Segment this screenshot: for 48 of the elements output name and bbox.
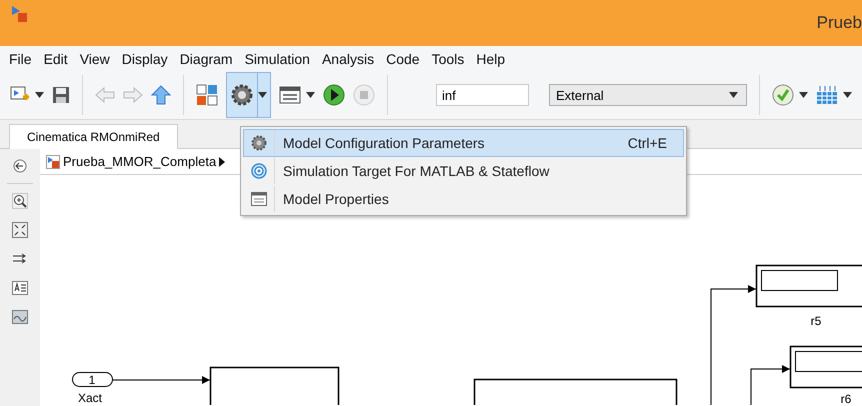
gear-icon [251,135,267,151]
menu-item[interactable]: View [80,50,110,66]
settings-icon[interactable] [231,84,253,106]
caret-icon[interactable] [799,92,808,98]
menu-item[interactable]: Simulation Target For MATLAB & Stateflow [243,157,684,185]
menu-item[interactable]: Display [122,50,168,66]
menu-item[interactable]: Simulation [244,50,310,66]
app-logo-icon [10,5,28,23]
menu-item[interactable]: Tools [432,50,464,66]
save-icon[interactable] [52,86,70,104]
model-explorer-icon[interactable] [279,86,301,104]
fit-to-view-icon[interactable] [12,222,28,238]
caret-icon [729,92,738,98]
zoom-icon[interactable] [12,193,28,209]
menu-item[interactable]: Code [386,50,420,66]
stop-time-field[interactable]: inf [436,84,529,106]
block-label: r6 [840,392,852,405]
window-title: Prueb [816,13,862,33]
block-label: r5 [810,314,822,328]
menu-item[interactable]: Model Configuration Parameters Ctrl+E [243,129,684,157]
model-icon [46,154,60,168]
library-icon[interactable] [196,84,218,106]
settings-button[interactable] [226,72,271,118]
model-tab[interactable]: Cinematica RMOnmiRed [9,124,178,149]
up-arrow-icon[interactable] [151,85,171,105]
simulation-mode-dropdown[interactable]: External [549,84,747,106]
port-number: 1 [88,373,96,387]
inport-block [72,372,113,387]
triangle-right-icon [219,156,226,166]
caret-icon[interactable] [258,92,267,98]
menu-item[interactable]: Analysis [322,50,374,66]
port-label: Xact [78,391,102,405]
caret-icon[interactable] [35,92,44,98]
menu-item[interactable]: Help [476,50,506,66]
breadcrumb[interactable]: Prueba_MMOR_Completa [42,150,230,172]
play-icon[interactable] [323,84,345,106]
menu-item[interactable]: Model Properties [243,185,684,213]
menu-item[interactable]: File [9,50,32,66]
caret-icon[interactable] [306,92,315,98]
list-icon [251,191,267,207]
grid-icon[interactable] [816,85,838,105]
menu-item[interactable]: Diagram [180,50,233,66]
checkmark-icon[interactable] [772,84,794,106]
menu-item[interactable]: Edit [44,50,68,66]
target-icon [251,163,267,179]
annotation-icon[interactable] [12,280,28,296]
caret-icon[interactable] [843,92,852,98]
image-icon[interactable] [12,309,28,325]
